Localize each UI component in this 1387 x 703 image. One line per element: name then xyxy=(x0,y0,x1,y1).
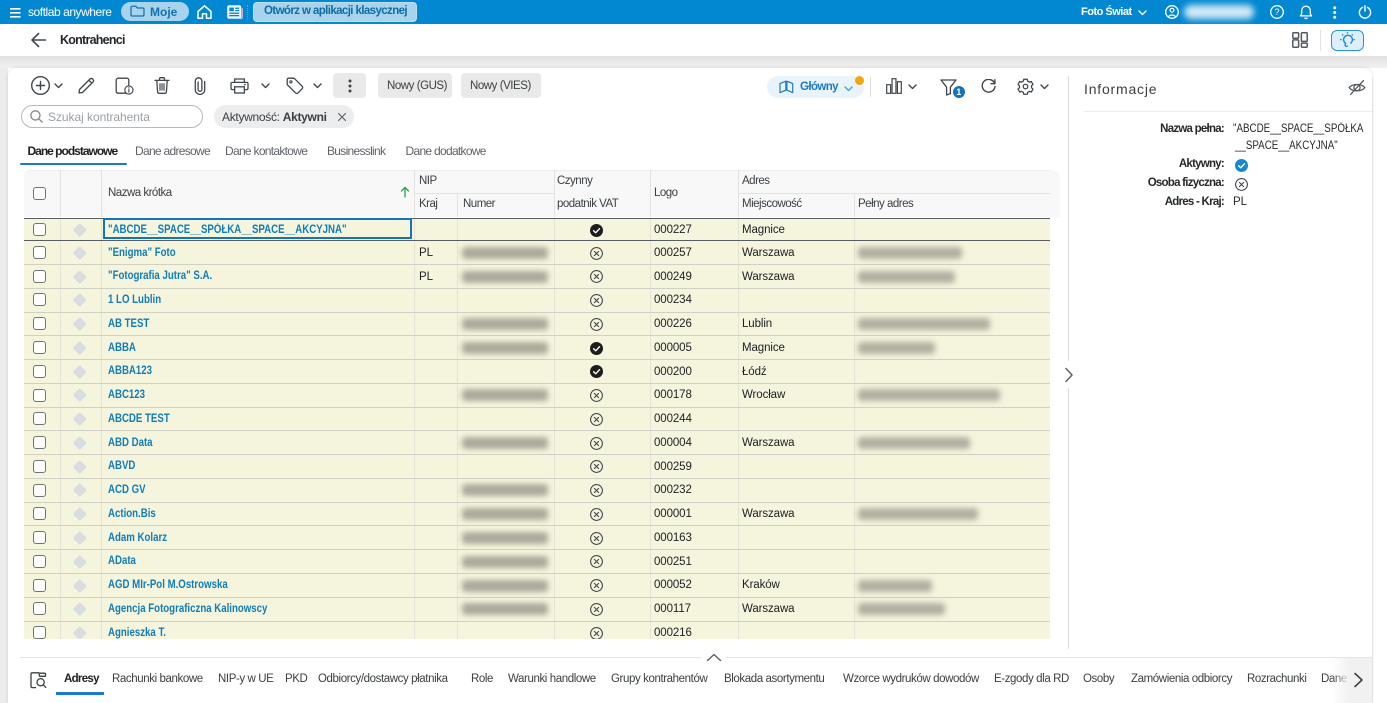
svg-text:?: ? xyxy=(1274,7,1279,17)
